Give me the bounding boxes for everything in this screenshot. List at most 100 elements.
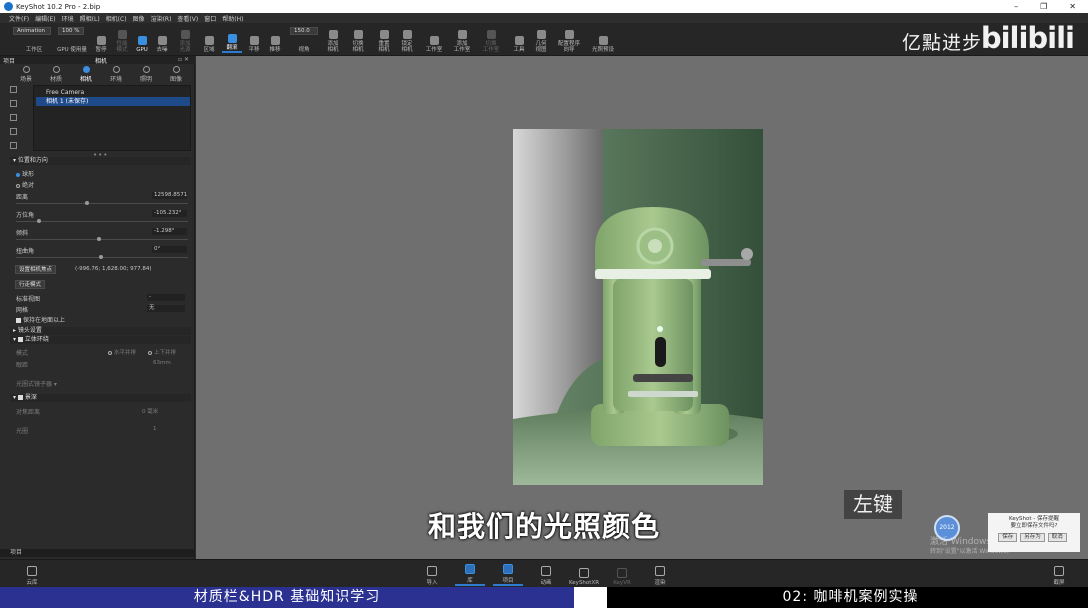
- tools-button[interactable]: 工具: [510, 25, 528, 53]
- inclination-input[interactable]: -1.298°: [152, 228, 187, 235]
- gpu-usage-button[interactable]: GPU 使用量: [53, 25, 91, 53]
- minimize-icon[interactable]: –: [1014, 2, 1018, 11]
- menu-help[interactable]: 帮助(H): [222, 14, 243, 23]
- save-icon[interactable]: [10, 142, 17, 149]
- tab-image[interactable]: 图像: [161, 66, 191, 83]
- switch-studio-icon: [486, 30, 496, 39]
- menu-camera[interactable]: 相机(C): [106, 14, 127, 23]
- region-button[interactable]: 区域: [200, 25, 218, 53]
- twist-input[interactable]: 0°: [152, 246, 187, 253]
- aperture-value[interactable]: 1: [153, 426, 157, 432]
- course-chapter-left[interactable]: 材质栏&HDR 基础知识学习: [0, 587, 574, 608]
- standard-view-select[interactable]: -: [147, 294, 185, 301]
- perspective-button[interactable]: 视角: [294, 25, 314, 53]
- studio-button[interactable]: 工作室: [422, 25, 446, 53]
- menu-view[interactable]: 查看(V): [177, 14, 198, 23]
- position-section-header[interactable]: ▾ 位置和方向: [10, 157, 191, 165]
- add-studio-button[interactable]: 添加 工作室: [449, 25, 475, 53]
- switch-camera-button[interactable]: 切换 相机: [348, 25, 368, 53]
- stereo-checkbox-icon[interactable]: [17, 337, 23, 342]
- switch-studio-button[interactable]: 切换 工作室: [478, 25, 504, 53]
- depth-section-header[interactable]: ▾ 景深: [10, 394, 191, 402]
- keyvr-button[interactable]: KeyVR: [607, 562, 637, 586]
- lock-camera-button[interactable]: 锁定 相机: [397, 25, 417, 53]
- tab-material[interactable]: 材质: [41, 66, 71, 83]
- menu-file[interactable]: 文件(F): [9, 14, 29, 23]
- menu-image[interactable]: 图像: [133, 14, 145, 23]
- walk-mode-button[interactable]: 行走模式: [15, 280, 46, 289]
- dolly-button[interactable]: 推移: [266, 25, 284, 53]
- inclination-slider-knob[interactable]: [97, 237, 101, 241]
- mode-spherical[interactable]: 球形: [16, 169, 34, 178]
- eye-distance-value[interactable]: 63mm: [153, 360, 171, 366]
- tab-scene[interactable]: 场景: [11, 66, 41, 83]
- lens-shift-button[interactable]: 光圈式镜子器 ▾: [16, 379, 57, 388]
- duplicate-icon[interactable]: [10, 100, 17, 107]
- lighting-presets-button[interactable]: 光照预设: [589, 25, 617, 53]
- keep-above-ground-checkbox[interactable]: 保持在地面以上: [16, 315, 65, 324]
- distance-slider[interactable]: [16, 203, 188, 204]
- cloud-library-button[interactable]: 云库: [17, 562, 47, 586]
- dialog-cancel-button[interactable]: 取消: [1047, 533, 1067, 542]
- workspace-button[interactable]: 工作区: [20, 25, 48, 53]
- menu-edit[interactable]: 编辑(E): [35, 14, 55, 23]
- gpu-button[interactable]: GPU: [134, 25, 150, 53]
- grid-label: 网格: [16, 307, 29, 314]
- reset-camera-button[interactable]: 重置 相机: [374, 25, 394, 53]
- azimuth-slider[interactable]: [16, 221, 188, 222]
- dialog-save-as-button[interactable]: 另存为: [1020, 533, 1045, 542]
- menu-render[interactable]: 渲染(R): [151, 14, 172, 23]
- distance-slider-knob[interactable]: [85, 201, 89, 205]
- keyshotxr-button[interactable]: KeyShotXR: [566, 562, 602, 586]
- delete-icon[interactable]: [10, 114, 17, 121]
- tab-lighting[interactable]: 照明: [131, 66, 161, 83]
- add-camera-button[interactable]: 添加 相机: [323, 25, 343, 53]
- grid-select[interactable]: 无: [147, 305, 185, 312]
- pan-button[interactable]: 平移: [245, 25, 263, 53]
- lens-section-header[interactable]: ▸ 镜头设置: [10, 327, 191, 335]
- animation-button[interactable]: 动画: [531, 562, 561, 586]
- configurator-wizard-button[interactable]: 配置程序 向导: [554, 25, 584, 53]
- camera-item-1[interactable]: 相机 1 (未保存): [36, 97, 190, 106]
- tab-camera[interactable]: 相机: [71, 66, 101, 83]
- depth-checkbox-icon[interactable]: [17, 395, 23, 400]
- menu-lighting[interactable]: 照相(L): [80, 14, 100, 23]
- close-icon[interactable]: ✕: [1069, 2, 1076, 11]
- add-light-button[interactable]: 添加 光源: [175, 25, 195, 53]
- distance-input[interactable]: 12598.8571: [152, 192, 187, 199]
- stereo-top-bottom[interactable]: 上下并排: [148, 348, 176, 356]
- maximize-icon[interactable]: ❐: [1040, 2, 1047, 11]
- dialog-title: KeyShot - 保存提醒: [1009, 516, 1059, 522]
- render-image[interactable]: [513, 129, 763, 485]
- performance-mode-button[interactable]: 性能 模式: [113, 25, 131, 53]
- library-button[interactable]: 库: [455, 562, 485, 586]
- import-button[interactable]: 导入: [417, 562, 447, 586]
- tab-environment[interactable]: 环境: [101, 66, 131, 83]
- add-camera-icon[interactable]: [10, 86, 17, 93]
- camera-item-free[interactable]: Free Camera: [36, 88, 190, 97]
- project-button[interactable]: 项目: [493, 562, 523, 586]
- mode-absolute-label: 绝对: [22, 182, 35, 189]
- refresh-icon[interactable]: [10, 128, 17, 135]
- mode-absolute[interactable]: 绝对: [16, 180, 34, 189]
- inclination-slider[interactable]: [16, 239, 188, 240]
- set-lookat-button[interactable]: 设置相机焦点: [15, 265, 57, 274]
- menu-environment[interactable]: 环境: [62, 14, 74, 23]
- stereo-side-by-side[interactable]: 水平并排: [108, 348, 136, 356]
- screenshot-button[interactable]: 截屏: [1044, 562, 1074, 586]
- dialog-save-button[interactable]: 保存: [998, 533, 1018, 542]
- pause-button[interactable]: 暂停: [92, 25, 110, 53]
- focus-distance-value[interactable]: 0 毫米: [142, 407, 158, 415]
- azimuth-input[interactable]: -105.232°: [152, 210, 187, 217]
- geometry-view-button[interactable]: 几何 视图: [531, 25, 551, 53]
- stereo-section-header[interactable]: ▾ 立体环绕: [10, 336, 191, 344]
- menu-window[interactable]: 窗口: [204, 14, 216, 23]
- azimuth-slider-knob[interactable]: [37, 219, 41, 223]
- course-chapter-right[interactable]: 02: 咖啡机案例实操: [613, 587, 1088, 608]
- denoise-button[interactable]: 去噪: [153, 25, 171, 53]
- render-button[interactable]: 渲染: [645, 562, 675, 586]
- panel-close-icon[interactable]: ▫ ✕: [178, 56, 189, 63]
- keyvr-label: KeyVR: [613, 580, 631, 586]
- twist-slider-knob[interactable]: [99, 255, 103, 259]
- tumble-button[interactable]: 翻滚: [222, 25, 242, 53]
